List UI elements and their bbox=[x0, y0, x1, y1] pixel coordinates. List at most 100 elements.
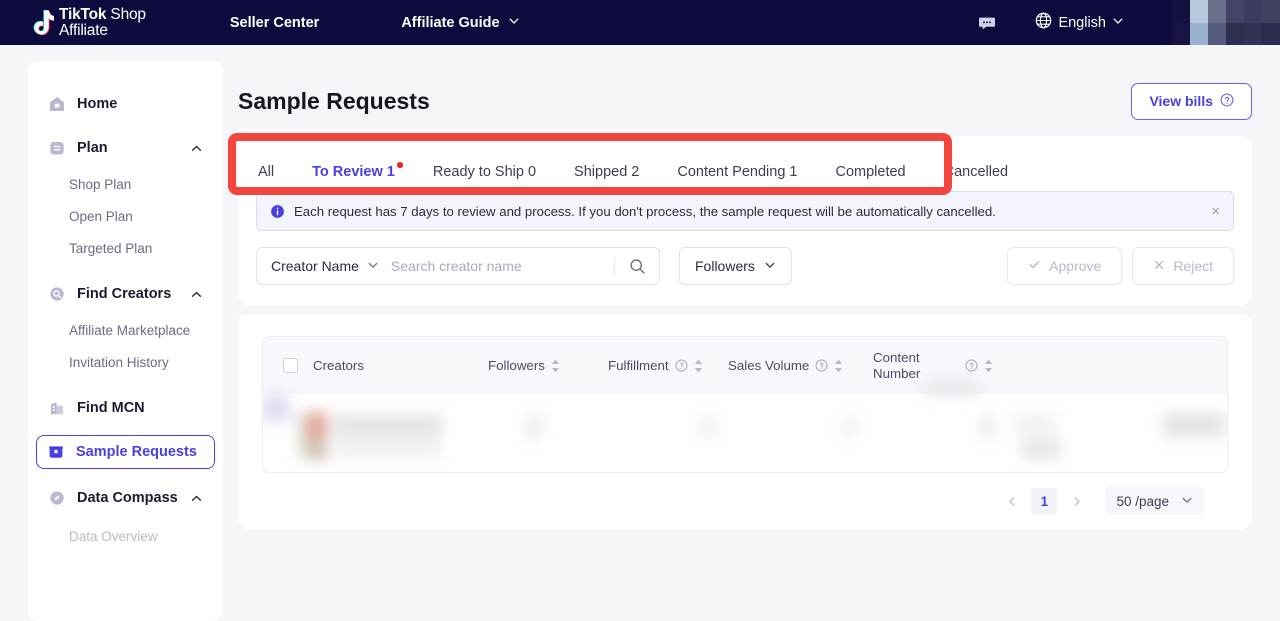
column-header-creators-label: Creators bbox=[313, 358, 364, 373]
sidebar-item-open-plan[interactable]: Open Plan bbox=[69, 209, 223, 229]
sidebar-item-find-creators-label: Find Creators bbox=[77, 286, 172, 302]
globe-icon bbox=[1035, 12, 1052, 33]
tab-completed[interactable]: Completed bbox=[835, 164, 905, 191]
sidebar-item-data-overview[interactable]: Data Overview bbox=[69, 529, 223, 544]
language-selector[interactable]: English bbox=[1035, 12, 1124, 33]
data-table: Creators Followers Fulfillment Sales Vol… bbox=[262, 336, 1228, 473]
creator-search-group: Creator Name bbox=[256, 247, 660, 285]
nav-seller-center-label: Seller Center bbox=[229, 14, 320, 31]
chevron-down-icon bbox=[1181, 494, 1193, 509]
nav-right-group: English bbox=[977, 0, 1280, 45]
pagination-next-button[interactable] bbox=[1063, 488, 1089, 514]
tab-to-review[interactable]: To Review 1 bbox=[312, 162, 403, 191]
compass-icon bbox=[48, 489, 66, 507]
pagination-prev-button[interactable] bbox=[999, 488, 1025, 514]
brand-shop: Shop bbox=[106, 5, 146, 23]
page-size-label: 50 /page bbox=[1116, 493, 1169, 509]
chevron-up-icon[interactable] bbox=[190, 492, 203, 505]
nav-affiliate-guide[interactable]: Affiliate Guide bbox=[401, 15, 519, 31]
sidebar: Home Plan Shop Plan Open Plan Targeted P… bbox=[28, 61, 223, 621]
reject-button[interactable]: Reject bbox=[1132, 247, 1234, 285]
column-header-fulfillment[interactable]: Fulfillment bbox=[608, 358, 728, 373]
table-header-row: Creators Followers Fulfillment Sales Vol… bbox=[263, 337, 1227, 394]
sidebar-item-sample-requests-label: Sample Requests bbox=[76, 444, 197, 460]
question-circle-icon[interactable] bbox=[815, 359, 828, 372]
brand-text: TikTok Shop Affiliate bbox=[59, 5, 146, 39]
chevron-up-icon[interactable] bbox=[190, 142, 203, 155]
question-circle-icon[interactable] bbox=[675, 359, 688, 372]
close-icon[interactable]: × bbox=[1211, 204, 1220, 219]
chevron-up-icon[interactable] bbox=[190, 288, 203, 301]
tab-cancelled[interactable]: Cancelled bbox=[944, 164, 1009, 191]
tab-all[interactable]: All bbox=[258, 164, 274, 191]
sidebar-item-data-overview-label: Data Overview bbox=[69, 529, 158, 544]
language-label: English bbox=[1058, 14, 1106, 31]
x-icon bbox=[1153, 258, 1165, 274]
nav-seller-center[interactable]: Seller Center bbox=[230, 15, 319, 31]
sidebar-item-invitation-history-label: Invitation History bbox=[69, 355, 169, 370]
sidebar-item-targeted-plan-label: Targeted Plan bbox=[69, 241, 153, 256]
sidebar-item-affiliate-marketplace-label: Affiliate Marketplace bbox=[69, 323, 191, 338]
column-header-sales-volume[interactable]: Sales Volume bbox=[728, 358, 873, 373]
creator-name-select[interactable]: Creator Name bbox=[257, 248, 391, 284]
tab-ready-to-ship[interactable]: Ready to Ship 0 bbox=[433, 164, 536, 191]
page-header: Sample Requests View bills bbox=[238, 61, 1252, 127]
creator-name-select-label: Creator Name bbox=[271, 258, 359, 274]
sidebar-item-plan[interactable]: Plan bbox=[38, 131, 213, 165]
sort-icon[interactable] bbox=[551, 359, 560, 373]
sidebar-item-targeted-plan[interactable]: Targeted Plan bbox=[69, 241, 223, 261]
tab-shipped-label: Shipped 2 bbox=[574, 164, 640, 180]
approve-button[interactable]: Approve bbox=[1007, 247, 1123, 285]
column-header-followers[interactable]: Followers bbox=[488, 358, 608, 373]
sort-icon[interactable] bbox=[984, 359, 993, 373]
sidebar-item-home-label: Home bbox=[77, 96, 118, 112]
sidebar-item-find-mcn[interactable]: Find MCN bbox=[38, 391, 213, 425]
sidebar-item-find-creators[interactable]: Find Creators bbox=[38, 277, 213, 311]
brand-tiktok: TikTok bbox=[59, 5, 107, 23]
search-input[interactable] bbox=[390, 248, 614, 284]
tab-content-pending[interactable]: Content Pending 1 bbox=[677, 164, 797, 191]
page-title: Sample Requests bbox=[238, 87, 430, 114]
sort-icon[interactable] bbox=[694, 359, 703, 373]
column-header-followers-label: Followers bbox=[488, 358, 545, 373]
sidebar-item-sample-requests[interactable]: Sample Requests bbox=[36, 435, 215, 469]
tab-to-review-dot bbox=[397, 162, 403, 168]
chat-bubble-icon[interactable] bbox=[977, 13, 997, 33]
sidebar-item-invitation-history[interactable]: Invitation History bbox=[69, 355, 223, 375]
sort-icon[interactable] bbox=[834, 359, 843, 373]
chevron-down-icon bbox=[764, 258, 776, 274]
filters-row: Creator Name Followers bbox=[238, 231, 1252, 305]
tabs-container: All To Review 1 Ready to Ship 0 Shipped … bbox=[228, 133, 1252, 195]
nav-affiliate-guide-label: Affiliate Guide bbox=[401, 14, 500, 31]
filters-card: All To Review 1 Ready to Ship 0 Shipped … bbox=[228, 133, 1252, 305]
avatar[interactable] bbox=[1172, 0, 1280, 45]
pagination-page-1[interactable]: 1 bbox=[1031, 488, 1058, 514]
tiktok-note-icon bbox=[28, 9, 54, 37]
followers-filter-button[interactable]: Followers bbox=[679, 247, 792, 285]
page-size-select[interactable]: 50 /page bbox=[1105, 487, 1204, 515]
reject-label: Reject bbox=[1173, 258, 1213, 274]
brand-logo[interactable]: TikTok Shop Affiliate bbox=[28, 5, 146, 39]
brand-affiliate: Affiliate bbox=[59, 21, 108, 39]
select-all-checkbox[interactable] bbox=[283, 358, 298, 373]
tab-shipped[interactable]: Shipped 2 bbox=[574, 164, 639, 191]
column-header-content-number[interactable]: Content Number bbox=[873, 350, 993, 381]
tab-completed-label: Completed bbox=[835, 164, 906, 180]
home-icon bbox=[48, 95, 66, 113]
sidebar-item-home[interactable]: Home bbox=[38, 87, 213, 121]
search-icon[interactable] bbox=[615, 248, 659, 284]
sidebar-item-affiliate-marketplace[interactable]: Affiliate Marketplace bbox=[69, 323, 223, 343]
view-bills-button[interactable]: View bills bbox=[1131, 82, 1252, 120]
tab-content-pending-label: Content Pending 1 bbox=[677, 164, 798, 180]
sample-box-icon bbox=[47, 443, 65, 461]
chevron-down-icon bbox=[508, 15, 520, 31]
question-circle-icon[interactable] bbox=[965, 359, 978, 372]
bulk-actions: Approve Reject bbox=[1007, 247, 1234, 285]
table-row[interactable] bbox=[263, 380, 1227, 472]
sidebar-item-shop-plan[interactable]: Shop Plan bbox=[69, 177, 223, 197]
redacted-row-content bbox=[263, 380, 1227, 472]
tabs: All To Review 1 Ready to Ship 0 Shipped … bbox=[258, 136, 1232, 191]
sidebar-item-data-compass[interactable]: Data Compass bbox=[38, 481, 213, 515]
view-bills-label: View bills bbox=[1149, 93, 1213, 109]
building-icon bbox=[48, 399, 66, 417]
